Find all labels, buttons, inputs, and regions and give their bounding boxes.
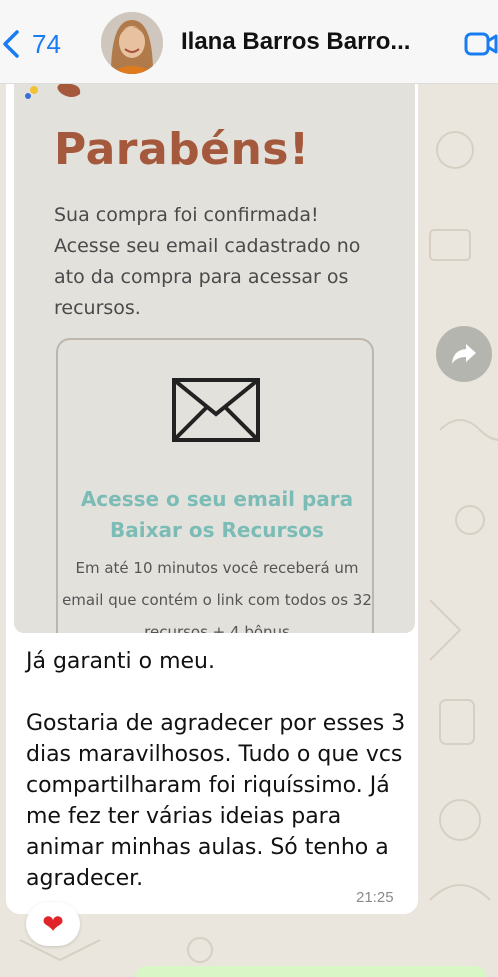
unread-count: 74: [32, 28, 61, 59]
decorative-splash: [25, 84, 81, 99]
email-card-body: Em até 10 minutos você receberá um email…: [62, 559, 372, 633]
message-text: Já garanti o meu. Gostaria de agradecer …: [26, 649, 406, 891]
back-button[interactable]: 74: [0, 26, 61, 62]
reaction-badge[interactable]: ❤: [26, 902, 80, 946]
envelope-icon: [172, 378, 260, 442]
email-card-title: Acesse o seu email para Baixar os Recurs…: [80, 487, 354, 542]
message-time: 21:25: [356, 889, 394, 906]
forward-icon: [452, 344, 476, 364]
headline: Parabéns!: [54, 124, 310, 175]
contact-name[interactable]: Ilana Barros Barro...: [181, 28, 410, 56]
chat-header: 74 Ilana Barros Barro...: [0, 0, 498, 84]
video-call-icon[interactable]: [464, 30, 498, 58]
email-card: Acesse o seu email para Baixar os Recurs…: [56, 338, 374, 633]
next-message-bubble: [136, 966, 486, 977]
forward-button[interactable]: [436, 326, 492, 382]
avatar-image: [101, 12, 163, 74]
avatar[interactable]: [101, 12, 163, 74]
image-preview[interactable]: Parabéns! Sua compra foi confirmada! Ace…: [14, 84, 415, 633]
chevron-left-icon: [3, 30, 19, 58]
heart-icon: ❤: [42, 909, 64, 939]
confirmation-text: Sua compra foi confirmada! Acesse seu em…: [54, 204, 361, 319]
